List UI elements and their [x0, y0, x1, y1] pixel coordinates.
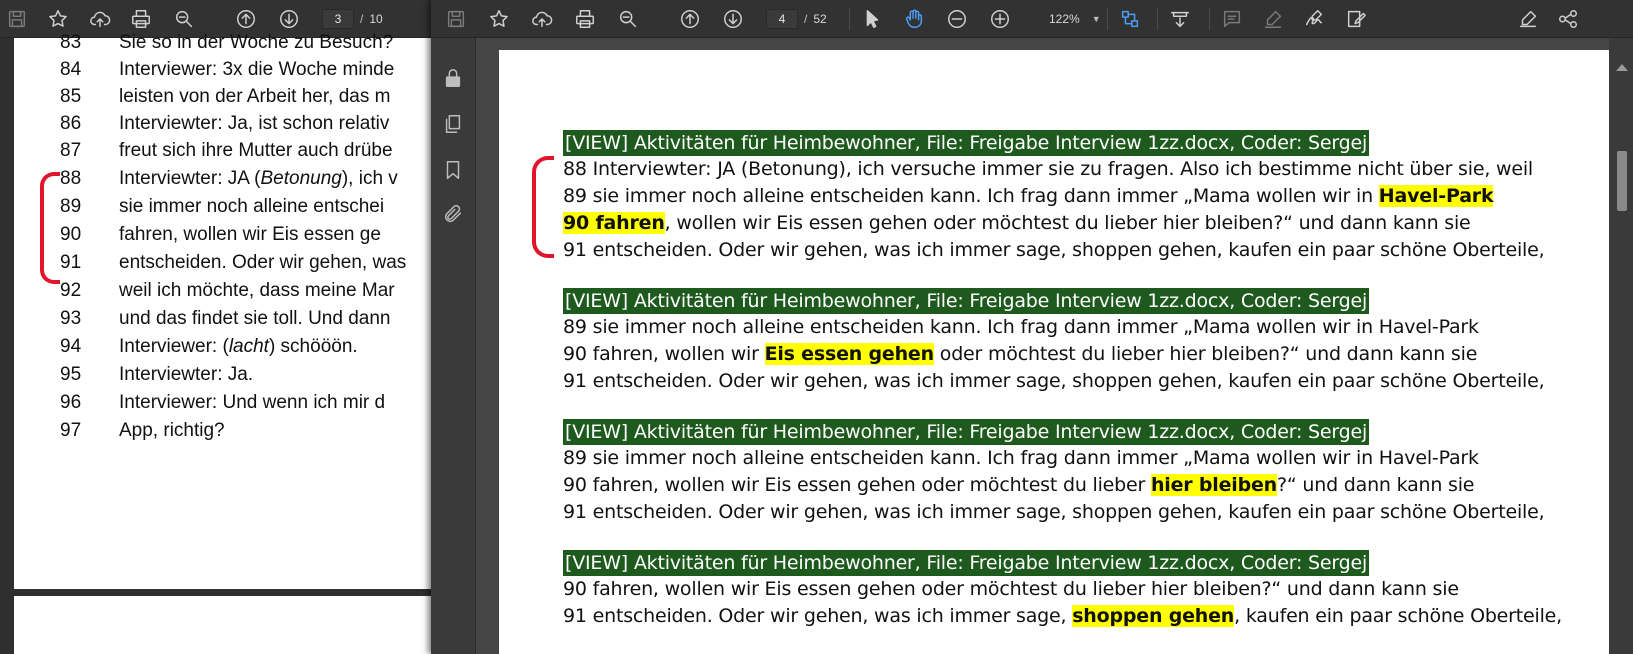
red-bracket-annotation: [532, 156, 554, 258]
hand-tool-icon[interactable]: [901, 6, 927, 32]
sign-icon[interactable]: [1301, 6, 1327, 32]
code-header: [VIEW] Aktivitäten für Heimbewohner, Fil…: [563, 130, 1370, 156]
scroll-up-arrow-icon[interactable]: [1616, 64, 1628, 71]
right-toolbar: 4 / 52 122% ▼: [431, 0, 1633, 38]
page-number-input[interactable]: 3: [322, 9, 354, 29]
comment-icon[interactable]: [1219, 6, 1245, 32]
zoom-value: 122%: [1049, 12, 1080, 26]
page-up-icon[interactable]: [233, 6, 259, 32]
zoom-out-icon[interactable]: [944, 6, 970, 32]
segment-line: 88 Interviewter: JA (Betonung), ich vers…: [563, 158, 1533, 180]
code-header: [VIEW] Aktivitäten für Heimbewohner, Fil…: [563, 550, 1370, 576]
page-total: 10: [369, 12, 383, 26]
highlighted-text: 90 fahren: [563, 212, 665, 234]
zoom-out-search-icon[interactable]: [171, 6, 197, 32]
vertical-scrollbar[interactable]: [1609, 38, 1633, 654]
page-up-icon[interactable]: [677, 6, 703, 32]
segment-line: 91 entscheiden. Oder wir gehen, was ich …: [563, 370, 1545, 392]
page-thumbnails-icon[interactable]: [440, 111, 466, 137]
coded-segment: [VIEW] Aktivitäten für Heimbewohner, Fil…: [563, 419, 1545, 526]
star-icon[interactable]: [486, 6, 512, 32]
highlighted-text: Havel-Park: [1378, 185, 1494, 207]
star-icon[interactable]: [45, 6, 71, 32]
segment-line: 90 fahren, wollen wir Eis essen gehen od…: [563, 474, 1475, 496]
segment-line: 90 fahren, wollen wir Eis essen gehen od…: [563, 343, 1478, 365]
page-down-icon[interactable]: [720, 6, 746, 32]
highlighted-text: Eis essen gehen: [764, 343, 934, 365]
save-icon[interactable]: [443, 6, 469, 32]
cloud-upload-icon[interactable]: [87, 6, 113, 32]
left-pdf-viewer-window: 3 / 10 83 Sie so in der Woche zu Besuch? …: [0, 0, 436, 654]
zoom-in-icon[interactable]: [987, 6, 1013, 32]
segment-line: 91 entscheiden. Oder wir gehen, was ich …: [563, 501, 1545, 523]
left-document-page: 83 Sie so in der Woche zu Besuch? 84 Inter…: [14, 32, 436, 589]
navigation-rail: [431, 38, 476, 654]
segment-line: 91 entscheiden. Oder wir gehen, was ich …: [563, 605, 1563, 627]
code-header: [VIEW] Aktivitäten für Heimbewohner, Fil…: [563, 288, 1370, 314]
scroll-mode-icon[interactable]: [1167, 6, 1193, 32]
fill-sign-icon[interactable]: [1515, 6, 1541, 32]
page-indicator: 4 / 52: [766, 9, 827, 29]
chevron-down-icon: ▼: [1091, 14, 1101, 24]
save-icon[interactable]: [4, 6, 30, 32]
zoom-dropdown[interactable]: 122% ▼: [1043, 9, 1101, 29]
coded-segment: [VIEW] Aktivitäten für Heimbewohner, Fil…: [563, 288, 1545, 395]
bookmark-icon[interactable]: [440, 157, 466, 183]
select-cursor-icon[interactable]: [859, 6, 885, 32]
segment-line: 89 sie immer noch alleine entscheiden ka…: [563, 447, 1479, 469]
page-indicator: 3 / 10: [322, 9, 383, 29]
attachment-icon[interactable]: [440, 201, 466, 227]
fit-page-icon[interactable]: [1117, 6, 1143, 32]
code-header: [VIEW] Aktivitäten für Heimbewohner, Fil…: [563, 419, 1370, 445]
zoom-out-search-icon[interactable]: [615, 6, 641, 32]
segment-line: 90 fahren, wollen wir Eis essen gehen od…: [563, 212, 1471, 234]
segment-line: 89 sie immer noch alleine entscheiden ka…: [563, 185, 1494, 207]
coded-segment: [VIEW] Aktivitäten für Heimbewohner, Fil…: [563, 130, 1545, 264]
segment-line: 89 sie immer noch alleine entscheiden ka…: [563, 316, 1479, 338]
highlighted-text: hier bleiben: [1150, 474, 1278, 496]
page-down-icon[interactable]: [276, 6, 302, 32]
highlighted-text: shoppen gehen: [1072, 605, 1235, 627]
right-document-page: [VIEW] Aktivitäten für Heimbewohner, Fil…: [499, 50, 1611, 654]
share-icon[interactable]: [1555, 6, 1581, 32]
right-pdf-viewer-window: 4 / 52 122% ▼ [VIEW] Aktivitäten für Hei…: [431, 0, 1633, 654]
print-icon[interactable]: [572, 6, 598, 32]
page-number-input[interactable]: 4: [766, 9, 798, 29]
red-bracket-annotation: [40, 172, 60, 284]
page-total: 52: [813, 12, 827, 26]
coded-segment: [VIEW] Aktivitäten für Heimbewohner, Fil…: [563, 550, 1562, 630]
scrollbar-thumb[interactable]: [1617, 151, 1627, 211]
lock-icon[interactable]: [440, 65, 466, 91]
segment-line: 90 fahren, wollen wir Eis essen gehen od…: [563, 578, 1459, 600]
segment-line: 91 entscheiden. Oder wir gehen, was ich …: [563, 239, 1545, 261]
cloud-upload-icon[interactable]: [529, 6, 555, 32]
next-document-page: [14, 596, 436, 654]
edit-pdf-icon[interactable]: [1343, 6, 1369, 32]
highlight-pen-icon[interactable]: [1260, 6, 1286, 32]
print-icon[interactable]: [128, 6, 154, 32]
